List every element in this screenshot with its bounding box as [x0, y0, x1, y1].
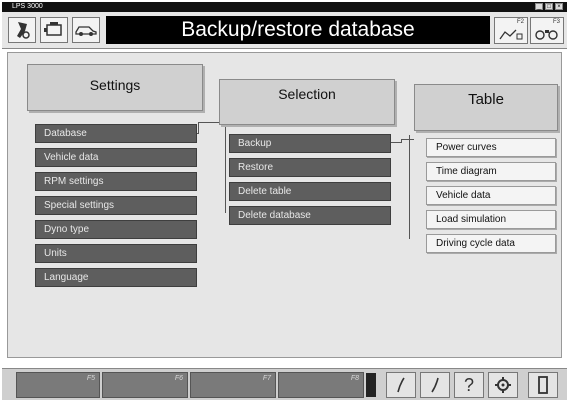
- selection-item-restore[interactable]: Restore: [229, 158, 391, 177]
- table-item-vehicle-data[interactable]: Vehicle data: [426, 186, 556, 205]
- f3-label: F3: [552, 19, 560, 25]
- minimize-button[interactable]: _: [535, 3, 543, 10]
- curve-up-icon: [397, 377, 405, 393]
- settings-item-rpm-settings[interactable]: RPM settings: [35, 172, 197, 191]
- connector-line: [391, 142, 402, 143]
- settings-heading-box: Settings: [27, 64, 203, 111]
- f5-label: F5: [86, 375, 95, 382]
- selection-heading-box: Selection: [219, 79, 395, 125]
- dyno-icon[interactable]: [8, 17, 36, 43]
- curve-up-button[interactable]: [386, 372, 416, 398]
- selection-item-delete-table[interactable]: Delete table: [229, 182, 391, 201]
- f8-button[interactable]: F8: [278, 372, 364, 398]
- close-button[interactable]: ×: [555, 3, 563, 10]
- gear-button[interactable]: [488, 372, 518, 398]
- window-controls: _ □ ×: [535, 3, 563, 10]
- connector-line: [409, 135, 410, 239]
- settings-item-units[interactable]: Units: [35, 244, 197, 263]
- table-item-time-diagram[interactable]: Time diagram: [426, 162, 556, 181]
- f2-button[interactable]: F2: [494, 17, 528, 44]
- table-item-load-simulation[interactable]: Load simulation: [426, 210, 556, 229]
- settings-heading: Settings: [89, 77, 141, 93]
- connector-line: [198, 122, 219, 123]
- connector-line: [401, 139, 414, 140]
- settings-item-database[interactable]: Database: [35, 124, 197, 143]
- f3-button[interactable]: F3: [530, 17, 564, 44]
- toolbar-separator: [366, 373, 376, 397]
- dyno-icon-graphic: [17, 22, 30, 39]
- exit-door-icon: [538, 376, 548, 394]
- f7-button[interactable]: F7: [190, 372, 276, 398]
- settings-item-language[interactable]: Language: [35, 268, 197, 287]
- window-title-bar: LPS 3000 _ □ ×: [2, 2, 567, 12]
- maximize-button[interactable]: □: [545, 3, 553, 10]
- window-title: LPS 3000: [12, 3, 43, 10]
- settings-item-vehicle-data[interactable]: Vehicle data: [35, 148, 197, 167]
- table-heading: Table: [468, 91, 504, 108]
- settings-item-special-settings[interactable]: Special settings: [35, 196, 197, 215]
- header-bar: Backup/restore database F2 F3: [2, 12, 567, 49]
- table-item-driving-cycle-data[interactable]: Driving cycle data: [426, 234, 556, 253]
- f2-graph-icon: [499, 29, 523, 40]
- car-icon-graphic: [75, 26, 97, 36]
- f6-label: F6: [174, 375, 183, 382]
- help-icon: ?: [463, 374, 474, 395]
- connector-line: [198, 122, 199, 133]
- selection-heading: Selection: [278, 86, 336, 102]
- settings-item-dyno-type[interactable]: Dyno type: [35, 220, 197, 239]
- exit-button[interactable]: [528, 372, 558, 398]
- f2-label: F2: [516, 19, 524, 25]
- connector-line: [225, 121, 226, 213]
- selection-item-delete-database[interactable]: Delete database: [229, 206, 391, 225]
- f7-label: F7: [262, 375, 271, 382]
- f3-settings-icon: [535, 30, 558, 40]
- gear-icon: [495, 377, 511, 393]
- bottom-toolbar: F5 F6 F7 F8 ?: [2, 368, 567, 400]
- main-panel: Settings Database Vehicle data RPM setti…: [7, 52, 562, 358]
- selection-item-backup[interactable]: Backup: [229, 134, 391, 153]
- engine-icon-graphic: [44, 22, 62, 36]
- f6-button[interactable]: F6: [102, 372, 188, 398]
- f5-button[interactable]: F5: [16, 372, 100, 398]
- curve-down-button[interactable]: [420, 372, 450, 398]
- f8-label: F8: [350, 375, 359, 382]
- help-button[interactable]: ?: [454, 372, 484, 398]
- table-item-power-curves[interactable]: Power curves: [426, 138, 556, 157]
- page-title: Backup/restore database: [181, 18, 415, 41]
- engine-icon[interactable]: [40, 17, 68, 43]
- table-heading-box: Table: [414, 84, 558, 131]
- curve-down-icon: [431, 377, 439, 393]
- page-title-box: Backup/restore database: [106, 16, 490, 44]
- car-icon[interactable]: [72, 17, 100, 43]
